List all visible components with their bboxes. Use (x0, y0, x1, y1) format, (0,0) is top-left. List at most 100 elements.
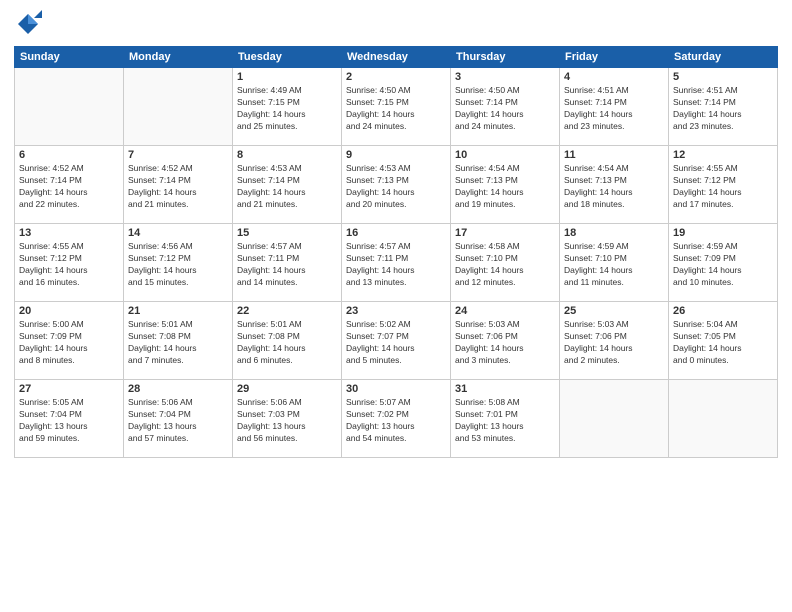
calendar-cell: 24Sunrise: 5:03 AM Sunset: 7:06 PM Dayli… (451, 302, 560, 380)
calendar-cell: 13 Sunrise: 4:55 AM Sunset: 7:12 PM Dayli… (15, 224, 124, 302)
day-number: 19 (673, 227, 773, 239)
calendar-cell: 30 Sunrise: 5:07 AM Sunset: 7:02 PM Dayli… (342, 380, 451, 458)
day-info: Sunrise: 4:55 AM Sunset: 7:12 PM Dayligh… (673, 163, 773, 211)
day-number: 21 (128, 305, 228, 317)
calendar-cell: 12 Sunrise: 4:55 AM Sunset: 7:12 PM Dayli… (669, 146, 778, 224)
calendar-cell: 19Sunrise: 4:59 AM Sunset: 7:09 PM Dayli… (669, 224, 778, 302)
day-info: Sunrise: 4:56 AM Sunset: 7:12 PM Dayligh… (128, 241, 228, 289)
day-info: Sunrise: 4:57 AM Sunset: 7:11 PM Dayligh… (346, 241, 446, 289)
weekday-header-monday: Monday (124, 47, 233, 68)
day-info: Sunrise: 5:05 AM Sunset: 7:04 PM Dayligh… (19, 397, 119, 445)
day-info: Sunrise: 5:07 AM Sunset: 7:02 PM Dayligh… (346, 397, 446, 445)
calendar-cell: 1Sunrise: 4:49 AM Sunset: 7:15 PM Daylig… (233, 68, 342, 146)
calendar-cell (560, 380, 669, 458)
day-number: 11 (564, 149, 664, 161)
page: SundayMondayTuesdayWednesdayThursdayFrid… (0, 0, 792, 612)
calendar-cell: 15 Sunrise: 4:57 AM Sunset: 7:11 PM Dayli… (233, 224, 342, 302)
weekday-header-tuesday: Tuesday (233, 47, 342, 68)
day-number: 2 (346, 71, 446, 83)
weekday-header-sunday: Sunday (15, 47, 124, 68)
day-number: 8 (237, 149, 337, 161)
day-info: Sunrise: 4:53 AM Sunset: 7:14 PM Dayligh… (237, 163, 337, 211)
day-number: 10 (455, 149, 555, 161)
day-info: Sunrise: 5:03 AM Sunset: 7:06 PM Dayligh… (564, 319, 664, 367)
day-info: Sunrise: 4:51 AM Sunset: 7:14 PM Dayligh… (564, 85, 664, 133)
day-number: 20 (19, 305, 119, 317)
calendar-cell: 6 Sunrise: 4:52 AM Sunset: 7:14 PM Daylig… (15, 146, 124, 224)
day-number: 4 (564, 71, 664, 83)
day-info: Sunrise: 5:06 AM Sunset: 7:04 PM Dayligh… (128, 397, 228, 445)
day-info: Sunrise: 4:55 AM Sunset: 7:12 PM Dayligh… (19, 241, 119, 289)
calendar-cell (669, 380, 778, 458)
week-row-2: 6 Sunrise: 4:52 AM Sunset: 7:14 PM Daylig… (15, 146, 778, 224)
calendar-cell: 23 Sunrise: 5:02 AM Sunset: 7:07 PM Dayli… (342, 302, 451, 380)
day-info: Sunrise: 4:50 AM Sunset: 7:15 PM Dayligh… (346, 85, 446, 133)
day-number: 25 (564, 305, 664, 317)
day-info: Sunrise: 4:57 AM Sunset: 7:11 PM Dayligh… (237, 241, 337, 289)
calendar-cell: 22Sunrise: 5:01 AM Sunset: 7:08 PM Dayli… (233, 302, 342, 380)
calendar-cell: 3Sunrise: 4:50 AM Sunset: 7:14 PM Daylig… (451, 68, 560, 146)
day-number: 13 (19, 227, 119, 239)
day-info: Sunrise: 4:49 AM Sunset: 7:15 PM Dayligh… (237, 85, 337, 133)
calendar-cell (124, 68, 233, 146)
logo (14, 10, 46, 38)
calendar-cell: 16 Sunrise: 4:57 AM Sunset: 7:11 PM Dayli… (342, 224, 451, 302)
day-number: 7 (128, 149, 228, 161)
calendar-cell: 29Sunrise: 5:06 AM Sunset: 7:03 PM Dayli… (233, 380, 342, 458)
day-number: 24 (455, 305, 555, 317)
calendar-cell (15, 68, 124, 146)
week-row-4: 20 Sunrise: 5:00 AM Sunset: 7:09 PM Dayli… (15, 302, 778, 380)
day-info: Sunrise: 4:58 AM Sunset: 7:10 PM Dayligh… (455, 241, 555, 289)
day-number: 12 (673, 149, 773, 161)
day-number: 16 (346, 227, 446, 239)
calendar-cell: 10 Sunrise: 4:54 AM Sunset: 7:13 PM Dayli… (451, 146, 560, 224)
day-info: Sunrise: 5:02 AM Sunset: 7:07 PM Dayligh… (346, 319, 446, 367)
calendar-cell: 31 Sunrise: 5:08 AM Sunset: 7:01 PM Dayli… (451, 380, 560, 458)
calendar-cell: 17 Sunrise: 4:58 AM Sunset: 7:10 PM Dayli… (451, 224, 560, 302)
day-info: Sunrise: 4:54 AM Sunset: 7:13 PM Dayligh… (564, 163, 664, 211)
calendar-cell: 26 Sunrise: 5:04 AM Sunset: 7:05 PM Dayli… (669, 302, 778, 380)
calendar-table: SundayMondayTuesdayWednesdayThursdayFrid… (14, 46, 778, 458)
day-info: Sunrise: 5:00 AM Sunset: 7:09 PM Dayligh… (19, 319, 119, 367)
day-number: 9 (346, 149, 446, 161)
day-info: Sunrise: 4:54 AM Sunset: 7:13 PM Dayligh… (455, 163, 555, 211)
day-number: 23 (346, 305, 446, 317)
day-number: 27 (19, 383, 119, 395)
calendar-cell: 28 Sunrise: 5:06 AM Sunset: 7:04 PM Dayli… (124, 380, 233, 458)
day-info: Sunrise: 5:01 AM Sunset: 7:08 PM Dayligh… (237, 319, 337, 367)
day-number: 30 (346, 383, 446, 395)
weekday-header-friday: Friday (560, 47, 669, 68)
calendar-cell: 20 Sunrise: 5:00 AM Sunset: 7:09 PM Dayli… (15, 302, 124, 380)
weekday-header-saturday: Saturday (669, 47, 778, 68)
calendar-cell: 27 Sunrise: 5:05 AM Sunset: 7:04 PM Dayli… (15, 380, 124, 458)
week-row-3: 13 Sunrise: 4:55 AM Sunset: 7:12 PM Dayli… (15, 224, 778, 302)
calendar-cell: 25 Sunrise: 5:03 AM Sunset: 7:06 PM Dayli… (560, 302, 669, 380)
day-info: Sunrise: 5:08 AM Sunset: 7:01 PM Dayligh… (455, 397, 555, 445)
day-info: Sunrise: 4:53 AM Sunset: 7:13 PM Dayligh… (346, 163, 446, 211)
day-number: 6 (19, 149, 119, 161)
day-number: 5 (673, 71, 773, 83)
calendar-cell: 2 Sunrise: 4:50 AM Sunset: 7:15 PM Daylig… (342, 68, 451, 146)
calendar-cell: 9 Sunrise: 4:53 AM Sunset: 7:13 PM Daylig… (342, 146, 451, 224)
day-number: 18 (564, 227, 664, 239)
weekday-header-row: SundayMondayTuesdayWednesdayThursdayFrid… (15, 47, 778, 68)
weekday-header-wednesday: Wednesday (342, 47, 451, 68)
day-info: Sunrise: 5:04 AM Sunset: 7:05 PM Dayligh… (673, 319, 773, 367)
week-row-5: 27 Sunrise: 5:05 AM Sunset: 7:04 PM Dayli… (15, 380, 778, 458)
day-info: Sunrise: 4:50 AM Sunset: 7:14 PM Dayligh… (455, 85, 555, 133)
calendar-cell: 7Sunrise: 4:52 AM Sunset: 7:14 PM Daylig… (124, 146, 233, 224)
day-number: 14 (128, 227, 228, 239)
header (14, 10, 778, 38)
day-number: 26 (673, 305, 773, 317)
calendar-cell: 5Sunrise: 4:51 AM Sunset: 7:14 PM Daylig… (669, 68, 778, 146)
calendar-cell: 8 Sunrise: 4:53 AM Sunset: 7:14 PM Daylig… (233, 146, 342, 224)
day-number: 31 (455, 383, 555, 395)
calendar-cell: 14 Sunrise: 4:56 AM Sunset: 7:12 PM Dayli… (124, 224, 233, 302)
day-number: 17 (455, 227, 555, 239)
logo-icon (14, 10, 42, 38)
calendar-cell: 11 Sunrise: 4:54 AM Sunset: 7:13 PM Dayli… (560, 146, 669, 224)
day-number: 15 (237, 227, 337, 239)
day-number: 28 (128, 383, 228, 395)
day-info: Sunrise: 4:52 AM Sunset: 7:14 PM Dayligh… (19, 163, 119, 211)
day-number: 29 (237, 383, 337, 395)
